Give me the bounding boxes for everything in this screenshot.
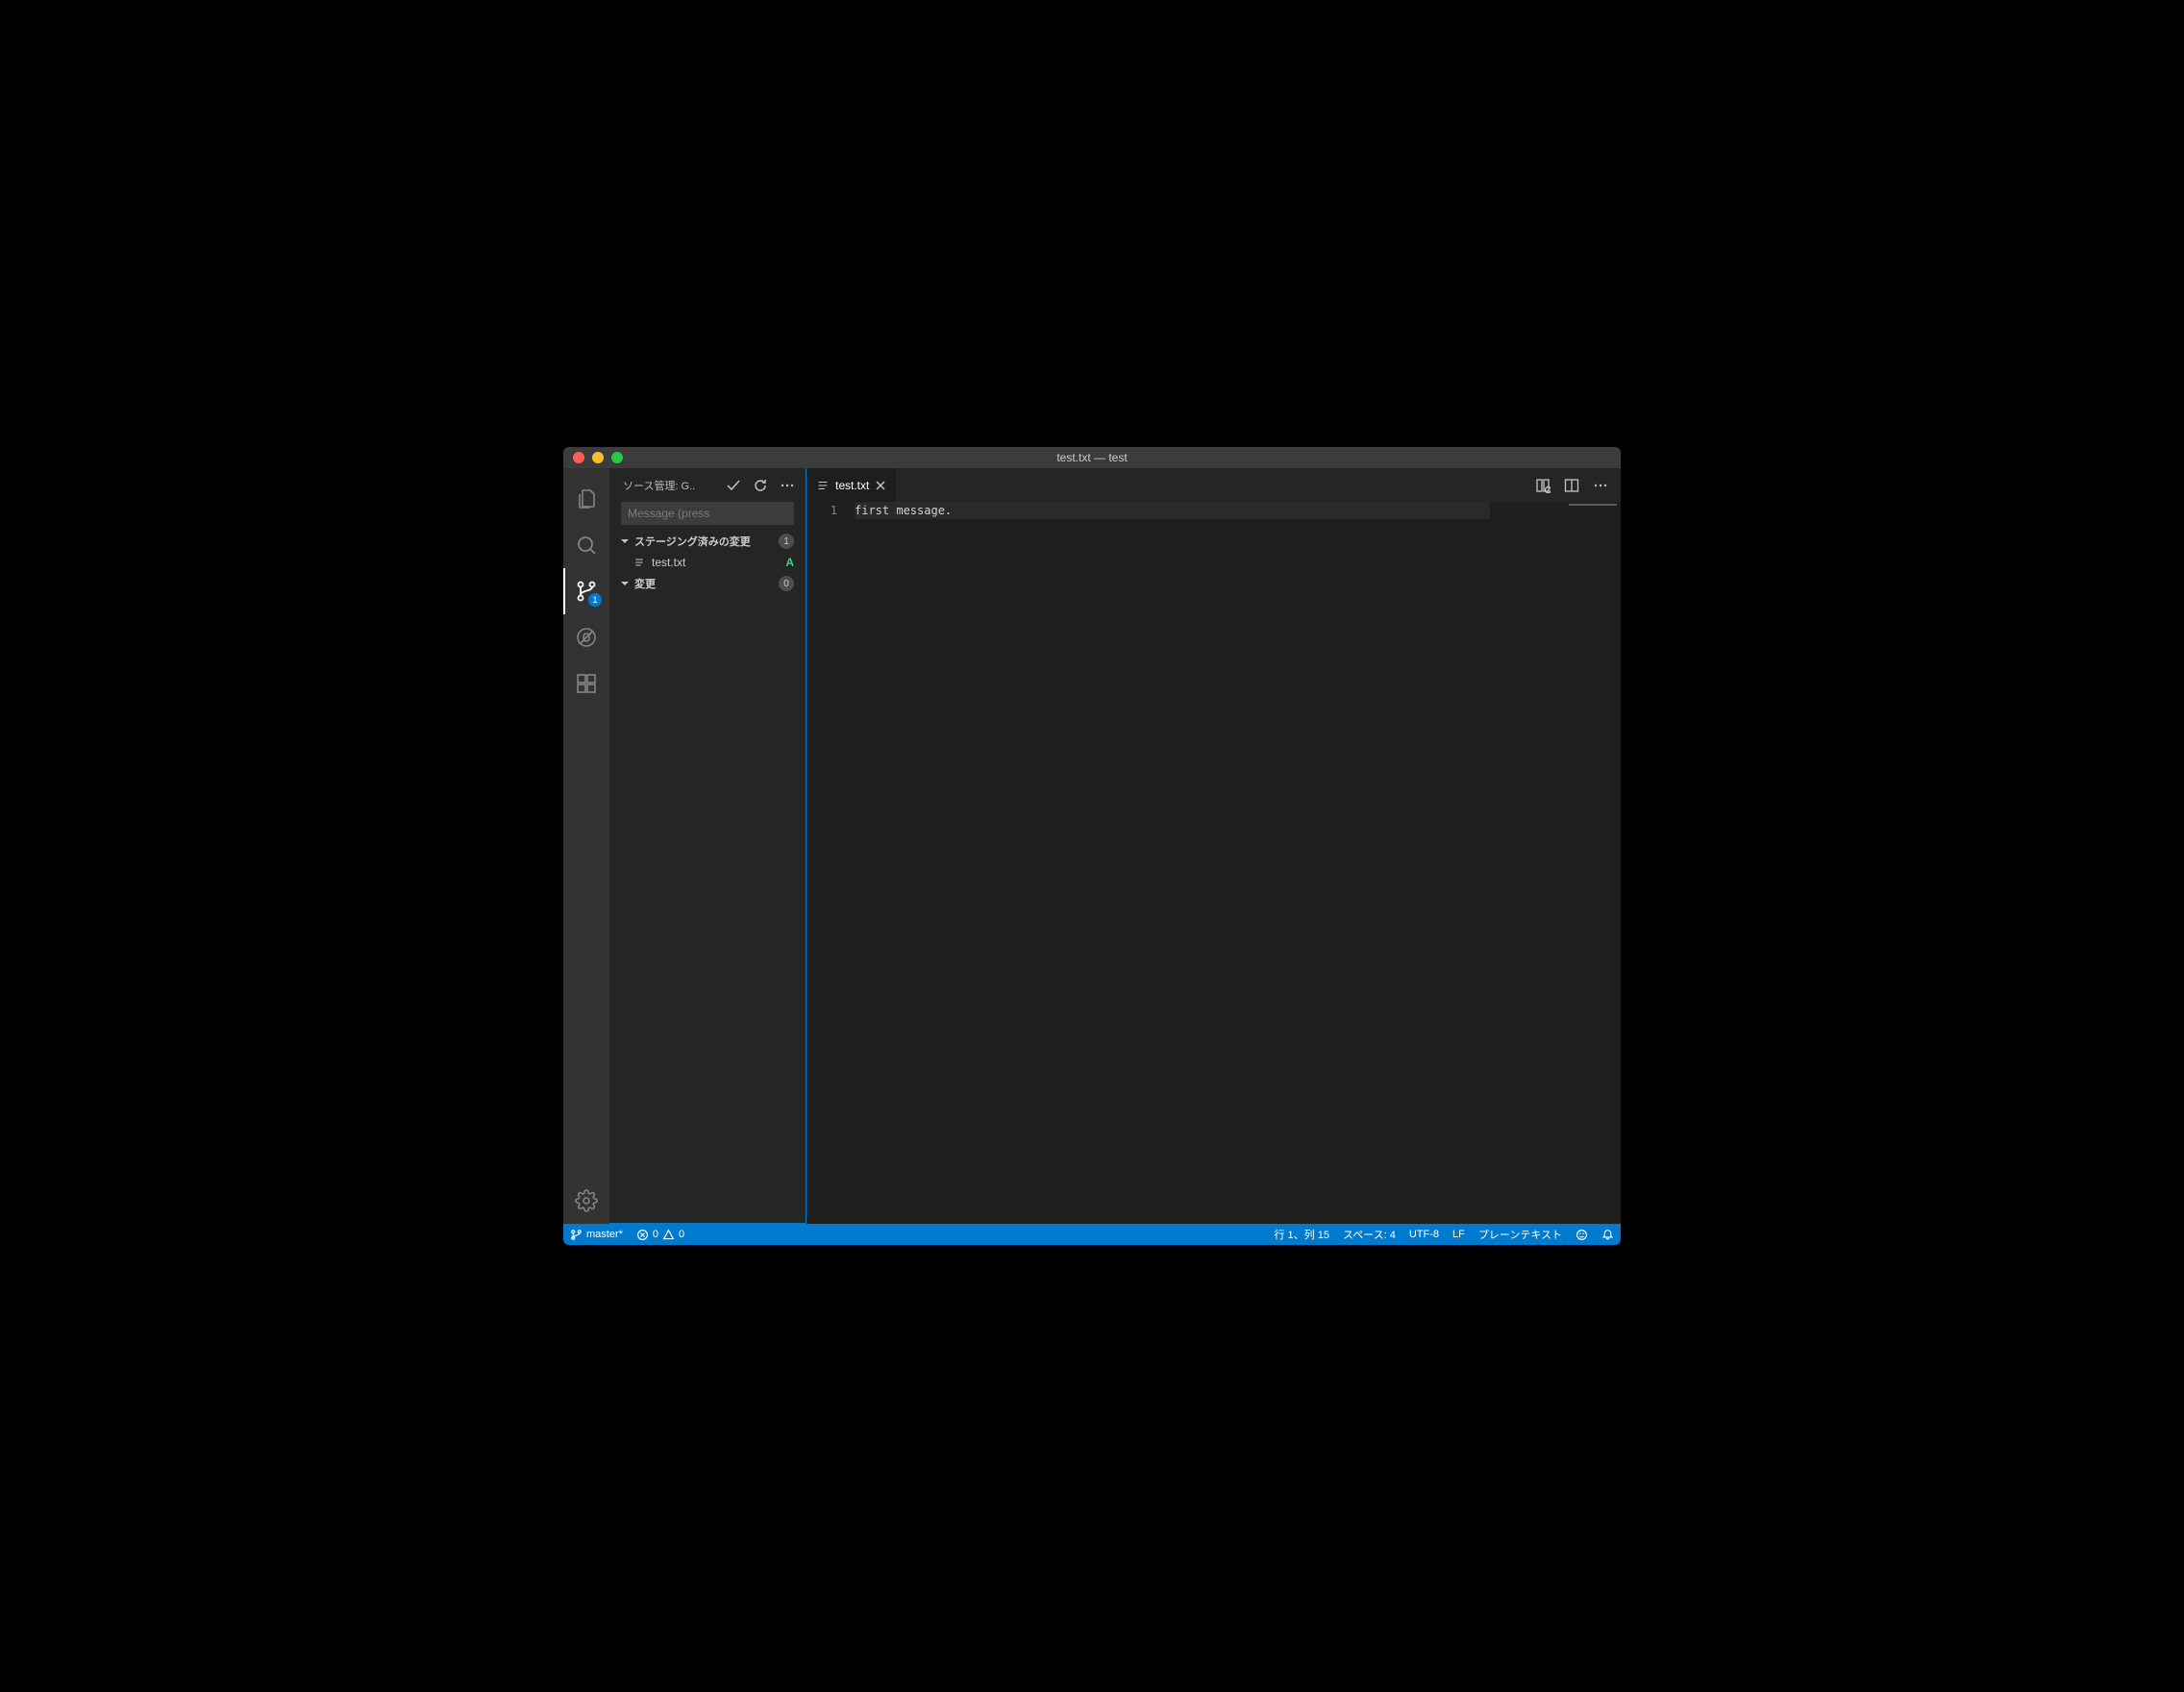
editor-body[interactable]: 1 first message. bbox=[807, 502, 1621, 1224]
smiley-icon bbox=[1576, 1229, 1588, 1241]
branch-status[interactable]: master* bbox=[563, 1224, 630, 1245]
diff-icon bbox=[1535, 478, 1551, 493]
ellipsis-icon bbox=[780, 478, 795, 493]
indentation-status[interactable]: スペース: 4 bbox=[1336, 1224, 1402, 1245]
chevron-down-icon bbox=[619, 536, 631, 546]
explorer-tab[interactable] bbox=[563, 476, 609, 522]
gear-icon bbox=[575, 1189, 598, 1212]
language-mode[interactable]: プレーンテキスト bbox=[1472, 1224, 1569, 1245]
debug-tab[interactable] bbox=[563, 614, 609, 660]
main-area: 1 ソース管理: G.. bbox=[563, 468, 1621, 1224]
traffic-lights bbox=[563, 452, 623, 463]
branch-name: master* bbox=[586, 1229, 623, 1240]
search-icon bbox=[575, 534, 598, 557]
error-icon bbox=[636, 1229, 649, 1241]
titlebar: test.txt — test bbox=[563, 447, 1621, 468]
scm-more-button[interactable] bbox=[777, 475, 798, 496]
changes-count-badge: 0 bbox=[779, 576, 794, 591]
search-tab[interactable] bbox=[563, 522, 609, 568]
chevron-down-icon bbox=[619, 579, 631, 588]
scm-header: ソース管理: G.. bbox=[609, 468, 806, 502]
cursor-position[interactable]: 行 1、列 15 bbox=[1267, 1224, 1335, 1245]
minimize-window-button[interactable] bbox=[592, 452, 604, 463]
warning-count: 0 bbox=[679, 1229, 684, 1240]
activity-bar: 1 bbox=[563, 468, 609, 1224]
commit-button[interactable] bbox=[723, 475, 744, 496]
refresh-button[interactable] bbox=[750, 475, 771, 496]
git-branch-icon bbox=[570, 1229, 583, 1241]
changes-label: 変更 bbox=[634, 576, 775, 591]
code-line-1: first message. bbox=[855, 502, 1490, 519]
ellipsis-icon bbox=[1593, 478, 1608, 493]
tab-label: test.txt bbox=[835, 479, 869, 492]
zoom-window-button[interactable] bbox=[611, 452, 623, 463]
close-icon bbox=[875, 480, 886, 491]
staged-file-status: A bbox=[785, 556, 794, 569]
close-window-button[interactable] bbox=[573, 452, 584, 463]
staged-file-name: test.txt bbox=[652, 556, 780, 569]
notifications-button[interactable] bbox=[1595, 1224, 1621, 1245]
editor-area: test.txt bbox=[807, 468, 1621, 1224]
extensions-icon bbox=[575, 672, 598, 695]
status-bar: master* 0 0 行 1、列 15 スペース: 4 UTF-8 LF プレ… bbox=[563, 1224, 1621, 1245]
files-icon bbox=[575, 487, 598, 510]
eol-status[interactable]: LF bbox=[1446, 1224, 1472, 1245]
editor-tabs: test.txt bbox=[807, 468, 1621, 502]
staged-changes-label: ステージング済みの変更 bbox=[634, 534, 775, 549]
code-area[interactable]: first message. bbox=[855, 502, 1563, 1224]
staged-file-row[interactable]: test.txt A bbox=[609, 552, 806, 573]
error-count: 0 bbox=[653, 1229, 658, 1240]
feedback-button[interactable] bbox=[1569, 1224, 1595, 1245]
minimap[interactable] bbox=[1563, 502, 1621, 1224]
no-bug-icon bbox=[575, 626, 598, 649]
scm-sidebar: ソース管理: G.. ステージング済みの変更 1 bbox=[609, 468, 807, 1224]
source-control-tab[interactable]: 1 bbox=[563, 568, 609, 614]
compare-changes-button[interactable] bbox=[1532, 475, 1553, 496]
app-window: test.txt — test 1 bbox=[563, 447, 1621, 1245]
editor-actions bbox=[1523, 468, 1621, 502]
file-icon bbox=[816, 479, 830, 492]
commit-message-input[interactable] bbox=[621, 502, 794, 525]
check-icon bbox=[726, 478, 741, 493]
problems-status[interactable]: 0 0 bbox=[630, 1224, 691, 1245]
window-title: test.txt — test bbox=[563, 451, 1621, 464]
line-number: 1 bbox=[807, 502, 837, 519]
split-icon bbox=[1564, 478, 1579, 493]
refresh-icon bbox=[753, 478, 768, 493]
scm-badge: 1 bbox=[588, 593, 602, 607]
warning-icon bbox=[662, 1229, 675, 1241]
changes-section[interactable]: 変更 0 bbox=[609, 573, 806, 594]
close-tab-button[interactable] bbox=[875, 480, 886, 491]
settings-gear[interactable] bbox=[563, 1178, 609, 1224]
line-gutter: 1 bbox=[807, 502, 855, 1224]
editor-tab-test[interactable]: test.txt bbox=[807, 468, 897, 502]
split-editor-button[interactable] bbox=[1561, 475, 1582, 496]
extensions-tab[interactable] bbox=[563, 660, 609, 707]
encoding-status[interactable]: UTF-8 bbox=[1402, 1224, 1446, 1245]
editor-more-button[interactable] bbox=[1590, 475, 1611, 496]
scm-title: ソース管理: G.. bbox=[623, 478, 717, 493]
staged-count-badge: 1 bbox=[779, 534, 794, 549]
staged-changes-section[interactable]: ステージング済みの変更 1 bbox=[609, 531, 806, 552]
bell-icon bbox=[1601, 1229, 1614, 1241]
file-icon bbox=[633, 557, 646, 568]
minimap-line bbox=[1569, 504, 1617, 506]
